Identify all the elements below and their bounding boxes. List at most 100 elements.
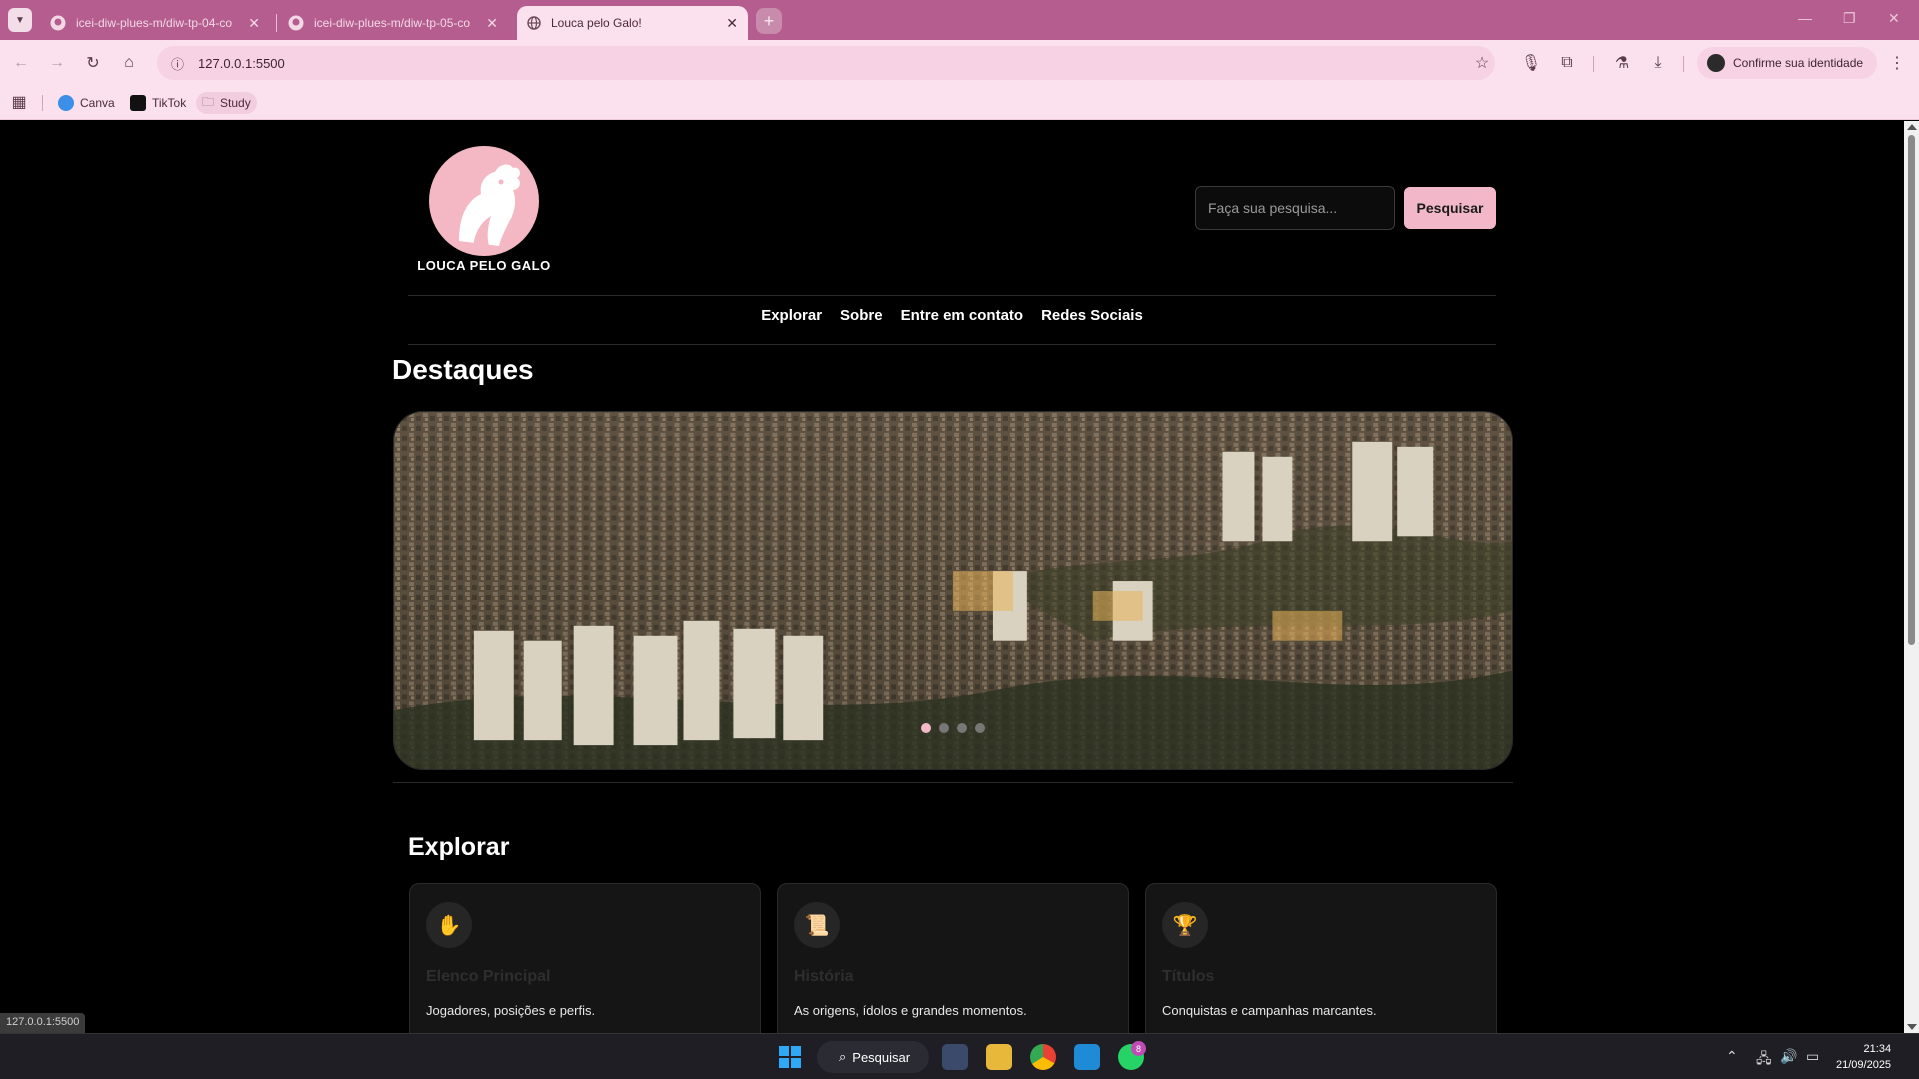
volume-icon[interactable]: 🔊	[1780, 1048, 1797, 1065]
tab-search-button[interactable]: ▼	[8, 8, 32, 32]
carousel-dot-4[interactable]	[975, 723, 985, 733]
apps-grid-icon[interactable]: ▦	[10, 93, 28, 111]
bookmark-label: TikTok	[152, 96, 187, 110]
scroll-up-icon[interactable]	[1907, 124, 1917, 130]
snipping-tool-icon[interactable]	[942, 1044, 968, 1070]
page-scrollbar[interactable]	[1904, 121, 1919, 1033]
trophy-icon-glyph: 🏆	[1172, 914, 1198, 937]
nav-bottom-divider	[408, 344, 1496, 345]
nav-link-contato[interactable]: Entre em contato	[901, 307, 1024, 324]
taskbar-search[interactable]: ⌕ Pesquisar	[817, 1041, 929, 1073]
carousel-indicators	[394, 723, 1512, 733]
battery-icon[interactable]: ▭	[1806, 1048, 1819, 1065]
carousel-dot-2[interactable]	[939, 723, 949, 733]
tab-divider	[276, 14, 277, 32]
status-bar-url: 127.0.0.1:5500	[0, 1013, 86, 1033]
tab-title: icei-diw-plues-m/diw-tp-05-co	[314, 16, 471, 30]
minimize-icon[interactable]: —	[1798, 10, 1812, 26]
explore-heading: Explorar	[408, 833, 510, 861]
bookmark-star-icon[interactable]: ☆	[1473, 54, 1491, 72]
nav-link-sobre[interactable]: Sobre	[840, 307, 883, 324]
card-title: Títulos	[1162, 968, 1215, 985]
microphone-icon[interactable]: 🎙	[1521, 54, 1541, 72]
highlights-carousel[interactable]	[393, 411, 1513, 770]
vscode-icon[interactable]	[1074, 1044, 1100, 1070]
close-icon[interactable]: ✕	[726, 15, 738, 32]
rooster-logo-icon	[429, 146, 539, 256]
close-icon[interactable]: ✕	[486, 15, 498, 32]
back-arrow-icon[interactable]: ←	[12, 54, 30, 72]
restore-icon[interactable]: ❐	[1843, 10, 1856, 27]
browser-toolbar: ← → ↻ ⌂ ⓘ 127.0.0.1:5500 ☆ 🎙 ⧉ ⚗ ⤓ Confi…	[0, 40, 1919, 86]
card-title: Elenco Principal	[426, 968, 551, 985]
close-icon[interactable]: ✕	[248, 15, 260, 32]
search-button[interactable]: Pesquisar	[1404, 187, 1496, 229]
file-explorer-icon[interactable]	[986, 1044, 1012, 1070]
tab-title: icei-diw-plues-m/diw-tp-04-co	[76, 16, 233, 30]
scroll-down-icon[interactable]	[1907, 1024, 1917, 1030]
scroll-icon: 📜	[794, 902, 840, 948]
close-window-icon[interactable]: ✕	[1888, 10, 1900, 27]
scrollbar-thumb[interactable]	[1908, 135, 1915, 645]
profile-button[interactable]: Confirme sua identidade	[1697, 47, 1877, 79]
scroll-icon-glyph: 📜	[804, 914, 830, 937]
reload-icon[interactable]: ↻	[84, 54, 102, 72]
profile-label: Confirme sua identidade	[1733, 56, 1864, 70]
tab-title: Louca pelo Galo!	[551, 16, 642, 30]
highlights-heading: Destaques	[392, 354, 534, 385]
github-icon	[50, 15, 66, 31]
nav-link-redes-sociais[interactable]: Redes Sociais	[1041, 307, 1143, 324]
search-input[interactable]	[1195, 186, 1395, 230]
city-skyline-image	[394, 412, 1512, 769]
canva-icon	[58, 95, 74, 111]
bookmark-divider	[42, 95, 43, 111]
download-icon[interactable]: ⤓	[1649, 54, 1667, 72]
globe-icon	[527, 16, 541, 30]
folder-icon: 🗀	[202, 94, 215, 109]
network-icon[interactable]: 🖧	[1756, 1048, 1772, 1072]
hand-icon: ✋	[426, 902, 472, 948]
plus-icon: +	[763, 10, 775, 31]
info-icon[interactable]: ⓘ	[171, 54, 184, 73]
bookmark-label: Canva	[80, 96, 115, 110]
chevron-up-icon[interactable]: ⌃	[1726, 1048, 1738, 1065]
more-menu-icon[interactable]: ⋮	[1888, 54, 1906, 72]
chevron-down-icon: ▼	[15, 14, 25, 26]
taskbar-search-label: Pesquisar	[852, 1049, 911, 1065]
chrome-icon[interactable]	[1030, 1044, 1056, 1070]
card-description: Conquistas e campanhas marcantes.	[1162, 1003, 1377, 1018]
carousel-dot-1[interactable]	[921, 723, 931, 733]
trophy-icon: 🏆	[1162, 902, 1208, 948]
explore-card-titulos[interactable]: 🏆 Títulos Conquistas e campanhas marcant…	[1145, 883, 1497, 1033]
bookmark-tiktok[interactable]: TikTok	[124, 92, 192, 114]
tab-strip: ▼ icei-diw-plues-m/diw-tp-04-co ✕ icei-d…	[0, 0, 1919, 40]
page-viewport: LOUCA PELO GALO Pesquisar Explorar Sobre…	[0, 121, 1904, 1033]
hand-icon-glyph: ✋	[436, 914, 462, 937]
address-bar[interactable]: ⓘ 127.0.0.1:5500	[157, 46, 1495, 80]
toolbar-divider	[1593, 56, 1594, 72]
new-tab-button[interactable]: +	[756, 8, 782, 34]
tab-github-tp04[interactable]: icei-diw-plues-m/diw-tp-04-co ✕	[40, 6, 270, 40]
carousel-dot-3[interactable]	[957, 723, 967, 733]
clock-date: 21/09/2025	[1836, 1059, 1892, 1071]
explore-card-elenco[interactable]: ✋ Elenco Principal Jogadores, posições e…	[409, 883, 761, 1033]
windows-taskbar: ⌕ Pesquisar 8 ⌃ 🖧 🔊 ▭ 21:34 21/09/2025	[0, 1033, 1919, 1079]
extensions-icon[interactable]: ⧉	[1558, 54, 1576, 72]
bookmark-folder-study[interactable]: 🗀 Study	[196, 92, 257, 114]
labs-icon[interactable]: ⚗	[1613, 54, 1631, 72]
explore-card-historia[interactable]: 📜 História As origens, ídolos e grandes …	[777, 883, 1129, 1033]
site-logo[interactable]: LOUCA PELO GALO	[412, 146, 556, 273]
tab-github-tp05[interactable]: icei-diw-plues-m/diw-tp-05-co ✕	[278, 6, 508, 40]
forward-arrow-icon[interactable]: →	[48, 54, 66, 72]
clock-time: 21:34	[1863, 1043, 1892, 1055]
tab-louca-pelo-galo[interactable]: Louca pelo Galo! ✕	[517, 6, 748, 40]
card-title: História	[794, 968, 854, 985]
system-clock[interactable]: 21:34 21/09/2025	[1836, 1041, 1891, 1073]
nav-link-explorar[interactable]: Explorar	[761, 307, 822, 324]
github-icon	[288, 15, 304, 31]
home-icon[interactable]: ⌂	[120, 54, 138, 72]
windows-start-icon[interactable]	[779, 1046, 801, 1068]
avatar	[1707, 54, 1725, 72]
nav-top-divider	[408, 295, 1496, 296]
bookmark-canva[interactable]: Canva	[52, 92, 121, 114]
